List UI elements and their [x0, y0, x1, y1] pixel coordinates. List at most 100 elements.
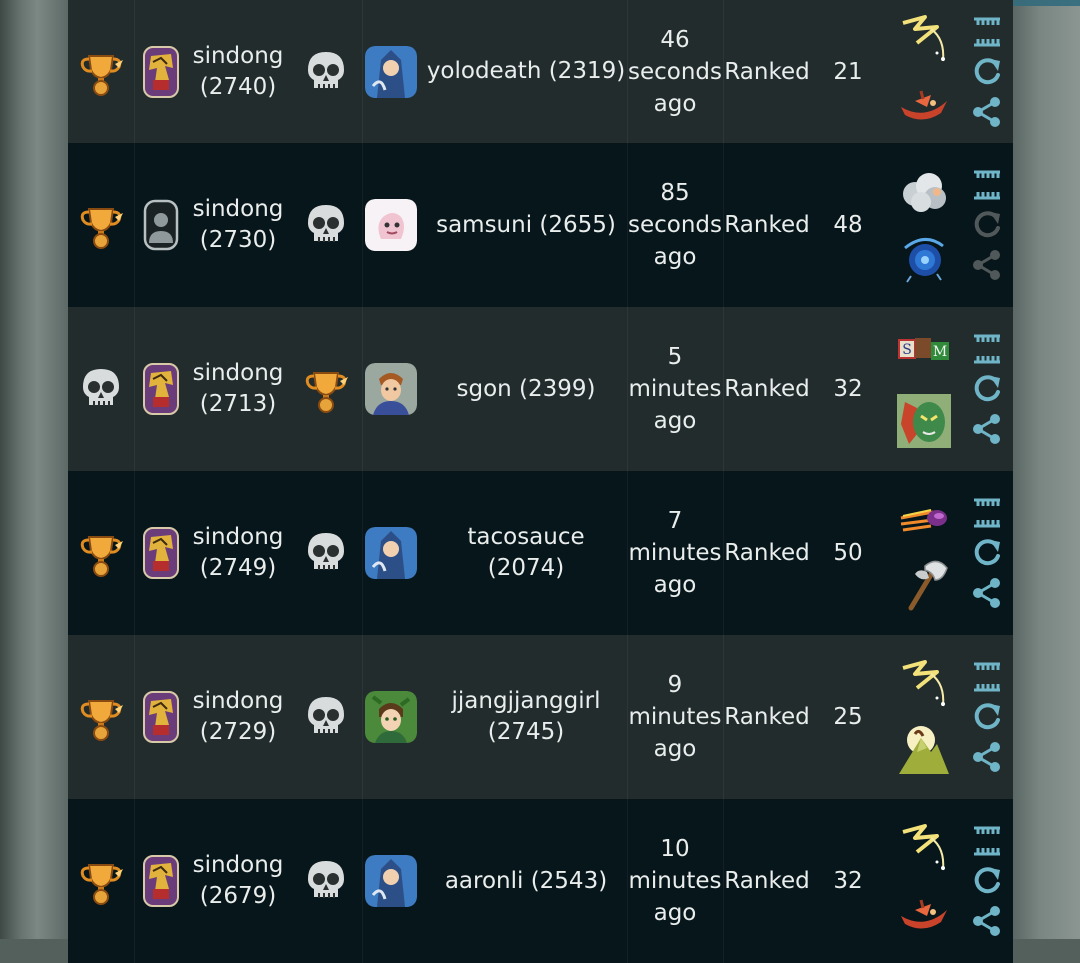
player1-name-text: sindong: [192, 688, 284, 714]
match-time-line: 10: [660, 836, 690, 862]
player2-name[interactable]: samsuni (2655): [426, 143, 626, 307]
letter-blocks-card-icon[interactable]: SM: [897, 330, 951, 384]
share-icon[interactable]: [970, 576, 1004, 610]
match-time-line: minutes: [628, 540, 722, 566]
player1-name[interactable]: sindong (2740): [188, 0, 288, 143]
player1-avatar[interactable]: [134, 799, 188, 963]
skull-icon: [308, 205, 344, 242]
player1-result-icon: [68, 0, 134, 143]
match-type-label: Ranked: [724, 58, 810, 85]
player2-avatar[interactable]: [364, 0, 418, 143]
expand-icon[interactable]: [970, 168, 1004, 202]
player2-avatar[interactable]: [364, 635, 418, 799]
player2-name[interactable]: sgon (2399): [426, 307, 626, 471]
player2-result-icon: [296, 0, 356, 143]
player1-name[interactable]: sindong (2729): [188, 635, 288, 799]
boat-card-icon[interactable]: [897, 886, 951, 940]
player1-avatar[interactable]: [134, 307, 188, 471]
player2-avatar[interactable]: [364, 471, 418, 635]
player1-name[interactable]: sindong (2749): [188, 471, 288, 635]
replay-icon[interactable]: [970, 536, 1004, 570]
match-row: sindong (2713) sgon (2399) 5 minutes ago Ra…: [68, 307, 1013, 471]
player2-avatar[interactable]: [364, 307, 418, 471]
comet-card-icon[interactable]: [897, 494, 951, 548]
player1-rating-text: (2713): [199, 391, 277, 417]
mountain-card-icon[interactable]: [897, 722, 951, 776]
player1-avatar[interactable]: [134, 143, 188, 307]
match-time-line: minutes: [628, 376, 722, 402]
match-time-line: minutes: [628, 704, 722, 730]
player1-name-text: sindong: [192, 524, 284, 550]
player1-avatar[interactable]: [134, 0, 188, 143]
share-icon[interactable]: [970, 904, 1004, 938]
player1-result-icon: [68, 471, 134, 635]
boat-card-icon[interactable]: [897, 77, 951, 131]
expand-icon[interactable]: [970, 824, 1004, 858]
player1-name[interactable]: sindong (2730): [188, 143, 288, 307]
match-time-line: 85: [660, 180, 690, 206]
turn-count: 50: [818, 471, 878, 635]
axe-card-icon[interactable]: [897, 558, 951, 612]
match-time-line: ago: [653, 572, 697, 598]
share-icon[interactable]: [970, 95, 1004, 129]
featured-cards: SM: [894, 307, 954, 471]
replay-icon[interactable]: [970, 372, 1004, 406]
row-actions: [963, 471, 1011, 635]
player2-name-line: aaronli (2543): [444, 867, 608, 894]
player2-avatar[interactable]: [364, 799, 418, 963]
replay-icon[interactable]: [970, 864, 1004, 898]
expand-icon[interactable]: [970, 660, 1004, 694]
replay-icon[interactable]: [970, 55, 1004, 89]
trophy-icon: [305, 372, 348, 413]
player2-name-line: (2745): [487, 719, 565, 745]
featured-cards: [894, 471, 954, 635]
turn-count-value: 21: [833, 58, 863, 85]
match-row: sindong (2729) jjangjjanggirl (2745) 9 minu…: [68, 635, 1013, 799]
match-type: Ranked: [724, 799, 810, 963]
row-actions: [963, 635, 1011, 799]
match-type-label: Ranked: [724, 212, 810, 238]
player1-rating-text: (2679): [199, 883, 277, 909]
match-time-line: ago: [653, 90, 697, 117]
player2-name[interactable]: yolodeath (2319): [426, 0, 626, 143]
player1-avatar[interactable]: [134, 471, 188, 635]
match-type: Ranked: [724, 0, 810, 143]
player2-name[interactable]: aaronli (2543): [426, 799, 626, 963]
green-face-card-icon[interactable]: [897, 394, 951, 448]
skull-icon: [308, 51, 344, 89]
lightning-card-icon[interactable]: [897, 658, 951, 712]
vortex-card-icon[interactable]: [897, 230, 951, 284]
match-row: sindong (2679) aaronli (2543) 10 minutes ag…: [68, 799, 1013, 963]
expand-icon[interactable]: [970, 15, 1004, 49]
right-background: [1013, 0, 1080, 939]
player1-name-text: sindong: [192, 852, 284, 878]
turn-count-value: 25: [833, 704, 863, 730]
match-time-line: ago: [653, 900, 697, 926]
expand-icon[interactable]: [970, 496, 1004, 530]
cloud-card-icon[interactable]: [897, 166, 951, 220]
trophy-icon: [80, 536, 123, 577]
player1-avatar[interactable]: [134, 635, 188, 799]
match-time: 7 minutes ago: [628, 471, 722, 635]
skull-icon: [83, 369, 119, 406]
player2-avatar[interactable]: [364, 143, 418, 307]
player1-name[interactable]: sindong (2713): [188, 307, 288, 471]
expand-icon[interactable]: [970, 332, 1004, 366]
ghost-pet-avatar: [365, 199, 417, 251]
share-icon[interactable]: [970, 740, 1004, 774]
replay-icon: [974, 211, 1000, 238]
skull-icon: [308, 533, 344, 570]
share-icon[interactable]: [970, 412, 1004, 446]
match-time: 5 minutes ago: [628, 307, 722, 471]
lightning-card-icon[interactable]: [897, 13, 951, 67]
player2-name[interactable]: tacosauce (2074): [426, 471, 626, 635]
armored-knight-avatar: [143, 691, 179, 743]
replay-icon[interactable]: [970, 700, 1004, 734]
match-time-line: 7: [667, 508, 683, 534]
player1-rating-text: (2749): [199, 555, 277, 581]
player2-name[interactable]: jjangjjanggirl (2745): [426, 635, 626, 799]
match-type: Ranked: [724, 635, 810, 799]
lightning-card-icon[interactable]: [897, 822, 951, 876]
player1-name[interactable]: sindong (2679): [188, 799, 288, 963]
player2-name-line: sgon (2399): [456, 375, 596, 402]
